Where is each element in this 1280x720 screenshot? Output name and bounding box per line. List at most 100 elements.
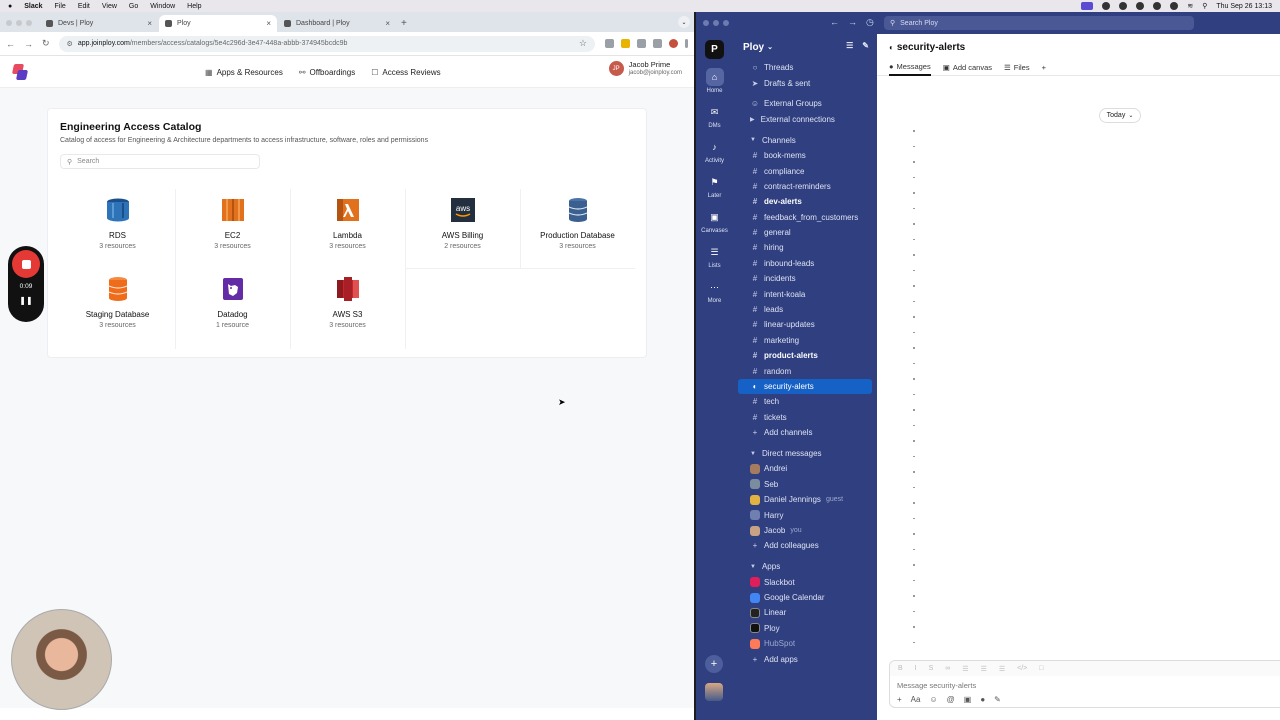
italic-icon[interactable]: I [915, 665, 917, 672]
catalog-item-production-database[interactable]: Production Database 3 resources [520, 189, 635, 268]
sidebar-item-app[interactable]: HubSpot [738, 636, 872, 651]
tab-add-canvas[interactable]: ▣ Add canvas [943, 60, 992, 76]
sidebar-item-dm[interactable]: Harry [738, 507, 872, 522]
history-clock-icon[interactable]: ◷ [866, 17, 874, 28]
status-icon[interactable] [1102, 2, 1111, 10]
menu-edit[interactable]: Edit [78, 3, 90, 10]
workspace-menu[interactable]: Ploy ⌄ ☰ ✎ [733, 34, 877, 60]
menubar-clock[interactable]: Thu Sep 26 13:13 [1216, 3, 1272, 10]
channel-header[interactable]: ◐ security-alerts [877, 34, 1280, 60]
catalog-item-datadog[interactable]: Datadog 1 resource [175, 268, 290, 347]
status-app-icon[interactable] [1081, 2, 1094, 10]
window-controls[interactable] [6, 20, 32, 26]
menu-go[interactable]: Go [129, 3, 138, 10]
pause-icon[interactable]: ❚❚ [19, 296, 32, 305]
nav-access-reviews[interactable]: ☐ Access Reviews [371, 68, 440, 77]
browser-menu-icon[interactable] [685, 39, 688, 48]
compose-icon[interactable]: ✎ [862, 41, 869, 50]
avatar[interactable] [705, 683, 723, 701]
extension-icon[interactable] [621, 39, 630, 48]
workspace-icon[interactable]: P [705, 40, 724, 59]
sidebar-item-drafts[interactable]: ➤ Drafts & sent [738, 75, 872, 90]
browser-tab[interactable]: Devs | Ploy × [40, 15, 158, 32]
nav-offboardings[interactable]: ⚯ Offboardings [299, 68, 355, 77]
code-icon[interactable]: </> [1017, 665, 1027, 672]
sidebar-item-app[interactable]: Google Calendar [738, 590, 872, 605]
ploy-logo[interactable] [11, 63, 29, 81]
bold-icon[interactable]: B [898, 665, 903, 672]
slack-search-input[interactable]: ⚲ Search Ploy [884, 16, 1194, 30]
sidebar-item-channel-selected[interactable]: ◐ security-alerts [738, 378, 872, 395]
date-divider[interactable]: Today ⌄ [1099, 108, 1141, 123]
emoji-icon[interactable]: ☺ [929, 695, 937, 704]
nav-apps-resources[interactable]: ▦ Apps & Resources [205, 68, 283, 77]
sidebar-item-channel[interactable]: # contract-reminders [738, 179, 872, 194]
rail-lists[interactable]: ☰ Lists [706, 243, 724, 270]
add-channels-button[interactable]: + Add channels [738, 425, 872, 440]
message-input[interactable]: Message security-alerts [890, 681, 1280, 690]
sidebar-item-channel[interactable]: # tickets [738, 410, 872, 425]
sidebar-item-channel[interactable]: # feedback_from_customers [738, 210, 872, 225]
browser-tab-active[interactable]: Ploy × [159, 15, 277, 32]
sidebar-item-threads[interactable]: ○ Threads [738, 60, 872, 75]
sidebar-item-dm[interactable]: Seb [738, 477, 872, 492]
sidebar-item-channel[interactable]: # inbound-leads [738, 256, 872, 271]
back-icon[interactable]: ← [6, 39, 15, 49]
forward-icon[interactable]: → [848, 17, 857, 28]
plus-icon[interactable]: + [897, 695, 902, 704]
sidebar-item-channel[interactable]: # tech [738, 394, 872, 409]
sidebar-item-channel[interactable]: # leads [738, 302, 872, 317]
add-tab-icon[interactable]: + [1042, 60, 1046, 76]
sidebar-item-channel[interactable]: # linear-updates [738, 317, 872, 332]
sidebar-item-channel[interactable]: # random [738, 363, 872, 378]
window-controls[interactable] [703, 20, 729, 26]
forward-icon[interactable]: → [24, 39, 33, 49]
rail-later[interactable]: ⚑ Later [706, 173, 724, 200]
menu-view[interactable]: View [102, 3, 117, 10]
quote-icon[interactable]: ☰ [999, 665, 1005, 673]
rail-activity[interactable]: ♪ Activity [705, 138, 724, 164]
menu-help[interactable]: Help [187, 3, 201, 10]
code-block-icon[interactable]: □ [1039, 665, 1043, 672]
sidebar-item-app[interactable]: Slackbot [738, 575, 872, 590]
wifi-icon[interactable]: ≋ [1187, 2, 1193, 10]
sidebar-item-channel[interactable]: # intent-koala [738, 286, 872, 301]
strike-icon[interactable]: S [929, 665, 934, 672]
sidebar-item-channel[interactable]: # incidents [738, 271, 872, 286]
tab-search-chevron-icon[interactable]: ⌄ [678, 16, 690, 28]
close-tab-icon[interactable]: × [266, 19, 271, 28]
sidebar-item-external-groups[interactable]: ☺ External Groups [738, 96, 872, 111]
status-icon[interactable] [1153, 2, 1162, 10]
section-direct-messages[interactable]: ▼ Direct messages [738, 446, 872, 461]
catalog-item-rds[interactable]: RDS 3 resources [60, 189, 175, 268]
rail-more[interactable]: ⋯ More [706, 278, 724, 305]
sidebar-item-channel[interactable]: # hiring [738, 240, 872, 255]
sidebar-item-dm[interactable]: Daniel Jennings guest [738, 492, 872, 507]
catalog-item-aws-billing[interactable]: aws AWS Billing 2 resources [405, 189, 520, 268]
bookmark-star-icon[interactable]: ☆ [579, 38, 587, 49]
menu-window[interactable]: Window [150, 3, 175, 10]
address-bar[interactable]: ⚙ app.joinploy.com/members/access/catalo… [58, 35, 595, 52]
section-external-connections[interactable]: ▶ External connections [738, 112, 872, 127]
bullet-list-icon[interactable]: ☰ [981, 665, 987, 673]
status-icon[interactable] [1119, 2, 1128, 10]
section-apps[interactable]: ▼ Apps [738, 559, 872, 574]
stop-recording-button[interactable] [12, 250, 40, 278]
menu-app-name[interactable]: Slack [24, 3, 42, 10]
catalog-item-aws-s3[interactable]: AWS S3 3 resources [290, 268, 405, 347]
profile-avatar-icon[interactable] [669, 39, 678, 48]
link-icon[interactable]: ∞ [945, 665, 950, 672]
sidebar-item-app[interactable]: Ploy [738, 621, 872, 636]
search-icon[interactable]: ⚲ [1202, 2, 1207, 10]
numbered-list-icon[interactable]: ☰ [962, 665, 968, 673]
catalog-item-lambda[interactable]: Lambda 3 resources [290, 189, 405, 268]
filter-icon[interactable]: ☰ [846, 41, 853, 50]
add-button[interactable]: + [705, 655, 723, 673]
sidebar-item-app[interactable]: Linear [738, 605, 872, 620]
section-channels[interactable]: ▼ Channels [738, 133, 872, 148]
mention-icon[interactable]: @ [947, 695, 955, 704]
rail-canvases[interactable]: ▣ Canvases [701, 208, 728, 235]
message-composer[interactable]: B I S ∞ ☰ ☰ ☰ </> □ Message security-ale… [889, 660, 1280, 708]
add-apps-button[interactable]: + Add apps [738, 651, 872, 666]
reload-icon[interactable]: ↻ [42, 38, 50, 49]
